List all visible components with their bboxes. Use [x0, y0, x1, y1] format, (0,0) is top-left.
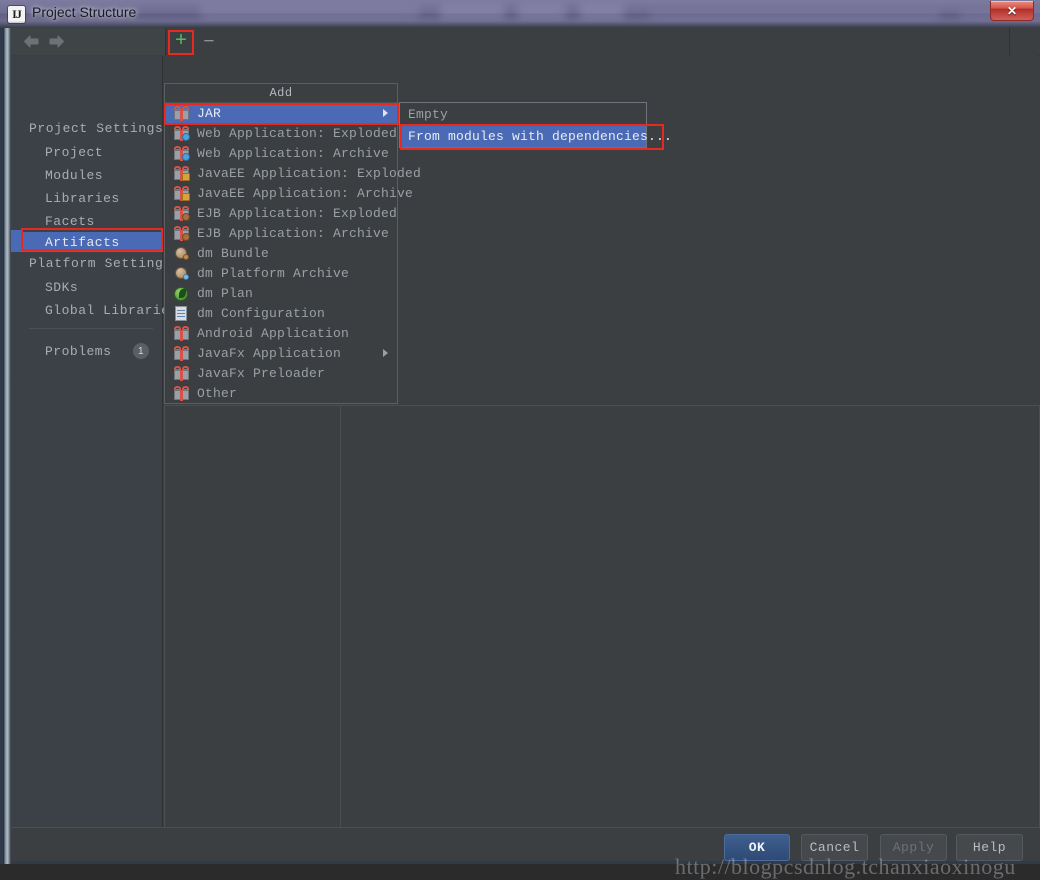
chevron-right-icon	[383, 349, 388, 357]
menu-item-javafx-preloader[interactable]: JavaFx Preloader	[165, 363, 397, 383]
close-icon[interactable]: ✕	[990, 1, 1034, 21]
window-titlebar: IJ Project Structure ✕	[0, 0, 1040, 28]
sidebar-group-platform-settings: Platform Settings	[29, 256, 172, 271]
menu-item-web-application-exploded[interactable]: Web Application: Exploded	[165, 123, 397, 143]
menu-item-label: Web Application: Exploded	[197, 126, 397, 141]
ok-button[interactable]: OK	[724, 834, 790, 861]
application-icon: IJ	[8, 6, 25, 23]
menu-item-ejb-application-exploded[interactable]: EJB Application: Exploded	[165, 203, 397, 223]
menu-item-label: dm Configuration	[197, 306, 325, 321]
sidebar-item-sdks[interactable]: SDKs	[11, 277, 163, 297]
package-icon	[173, 365, 190, 381]
bundle-icon	[173, 245, 190, 261]
artifacts-toolbar: + −	[11, 28, 1040, 55]
toolbar-main-section	[167, 28, 1010, 55]
menu-item-javafx-application[interactable]: JavaFx Application	[165, 343, 397, 363]
add-artifact-button[interactable]: +	[170, 31, 192, 53]
chevron-right-icon	[383, 109, 388, 117]
menu-item-label: EJB Application: Exploded	[197, 206, 397, 221]
submenu-item-from-modules-with-dependencies[interactable]: From modules with dependencies...	[400, 125, 646, 147]
package-icon	[173, 385, 190, 401]
menu-item-other[interactable]: Other	[165, 383, 397, 403]
help-button[interactable]: Help	[956, 834, 1023, 861]
menu-item-label: Other	[197, 386, 237, 401]
menu-item-label: JavaFx Preloader	[197, 366, 325, 381]
back-arrow-icon[interactable]	[23, 34, 40, 49]
menu-item-label: dm Platform Archive	[197, 266, 349, 281]
sidebar-item-artifacts[interactable]: Artifacts	[11, 232, 163, 252]
problems-label: Problems	[45, 344, 111, 359]
submenu-item-empty[interactable]: Empty	[400, 103, 646, 125]
menu-item-dm-bundle[interactable]: dm Bundle	[165, 243, 397, 263]
jar-submenu: Empty From modules with dependencies...	[399, 102, 647, 148]
sidebar-item-problems[interactable]: Problems 1	[11, 340, 163, 362]
package-ejb-icon	[173, 205, 190, 221]
menu-item-dm-platform-archive[interactable]: dm Platform Archive	[165, 263, 397, 283]
sidebar-item-modules[interactable]: Modules	[11, 165, 163, 185]
apply-button[interactable]: Apply	[880, 834, 947, 861]
menu-item-label: JAR	[197, 106, 221, 121]
sidebar-item-facets[interactable]: Facets	[11, 211, 163, 231]
toolbar-right-section	[1011, 28, 1040, 55]
package-icon	[173, 325, 190, 341]
plus-icon: +	[175, 32, 187, 52]
sidebar-item-project[interactable]: Project	[11, 142, 163, 162]
settings-sidebar: Project Settings Project Modules Librari…	[11, 56, 163, 856]
menu-header-add: Add	[165, 84, 397, 103]
document-icon	[173, 305, 190, 321]
menu-item-javaee-application-archive[interactable]: JavaEE Application: Archive	[165, 183, 397, 203]
window-client-area: + − Project Settings Project Modules Lib…	[0, 28, 1040, 864]
window-left-edge	[3, 28, 11, 864]
cancel-button[interactable]: Cancel	[801, 834, 868, 861]
remove-artifact-button[interactable]: −	[198, 31, 220, 53]
package-javaee-icon	[173, 185, 190, 201]
forward-arrow-icon[interactable]	[48, 34, 65, 49]
package-web-icon	[173, 145, 190, 161]
problems-count-badge: 1	[133, 343, 149, 359]
package-icon	[173, 105, 190, 121]
artifact-tree-panel[interactable]	[164, 405, 341, 827]
menu-item-label: EJB Application: Archive	[197, 226, 389, 241]
menu-item-label: Android Application	[197, 326, 349, 341]
package-web-icon	[173, 125, 190, 141]
sidebar-item-libraries[interactable]: Libraries	[11, 188, 163, 208]
dialog-button-bar: OK Cancel Apply Help	[11, 827, 1040, 861]
menu-item-dm-plan[interactable]: dm Plan	[165, 283, 397, 303]
bundle-archive-icon	[173, 265, 190, 281]
artifact-details-panel[interactable]	[341, 405, 1040, 827]
add-artifact-menu: Add JAR Web Application: Exploded Web Ap…	[164, 83, 398, 404]
sidebar-item-global-libraries[interactable]: Global Libraries	[11, 300, 163, 320]
menu-item-jar[interactable]: JAR	[165, 103, 397, 123]
window-title: Project Structure	[32, 4, 136, 20]
menu-item-web-application-archive[interactable]: Web Application: Archive	[165, 143, 397, 163]
menu-item-label: JavaFx Application	[197, 346, 341, 361]
sidebar-group-project-settings: Project Settings	[29, 121, 163, 136]
menu-item-label: Web Application: Archive	[197, 146, 389, 161]
package-ejb-icon	[173, 225, 190, 241]
menu-item-javaee-application-exploded[interactable]: JavaEE Application: Exploded	[165, 163, 397, 183]
menu-item-label: dm Plan	[197, 286, 253, 301]
project-structure-window: IJ Project Structure ✕ +	[0, 0, 1040, 864]
package-icon	[173, 345, 190, 361]
menu-item-android-application[interactable]: Android Application	[165, 323, 397, 343]
menu-item-label: JavaEE Application: Exploded	[197, 166, 421, 181]
menu-item-label: JavaEE Application: Archive	[197, 186, 413, 201]
menu-item-dm-configuration[interactable]: dm Configuration	[165, 303, 397, 323]
menu-item-ejb-application-archive[interactable]: EJB Application: Archive	[165, 223, 397, 243]
sidebar-divider	[29, 328, 153, 329]
package-javaee-icon	[173, 165, 190, 181]
globe-icon	[173, 285, 190, 301]
menu-item-label: dm Bundle	[197, 246, 269, 261]
